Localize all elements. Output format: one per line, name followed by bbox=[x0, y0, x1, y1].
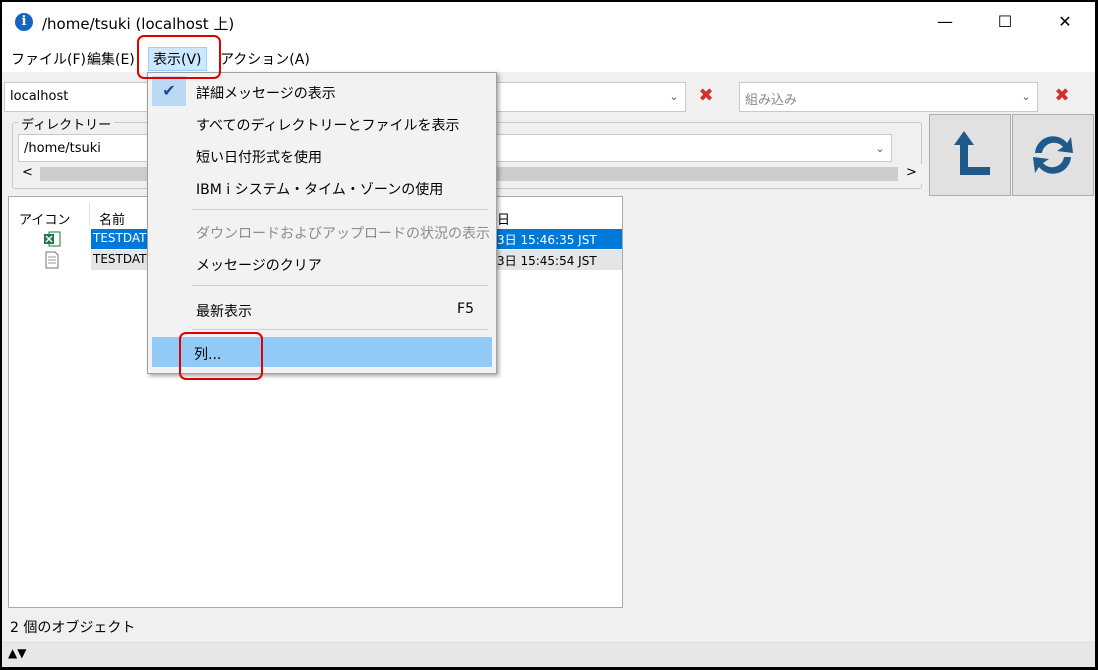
checkmark-icon: ✔ bbox=[152, 76, 186, 106]
menu-separator bbox=[192, 209, 488, 210]
text-file-icon bbox=[45, 251, 59, 269]
view-menu-dropdown: ✔ 詳細メッセージの表示 すべてのディレクトリーとファイルを表示 短い日付形式を… bbox=[147, 72, 497, 374]
detail-pane bbox=[623, 196, 1095, 606]
menu-item-short-date[interactable]: 短い日付形式を使用 bbox=[152, 140, 492, 170]
refresh-button[interactable] bbox=[1012, 114, 1094, 196]
filter-value: 組み込み bbox=[745, 93, 798, 108]
excel-file-icon bbox=[44, 231, 61, 247]
file-date: 3日 15:45:54 JST bbox=[497, 254, 597, 268]
menu-item-show-all[interactable]: すべてのディレクトリーとファイルを表示 bbox=[152, 108, 492, 138]
menu-item-detail-messages[interactable]: ✔ 詳細メッセージの表示 bbox=[152, 76, 492, 106]
menu-item-label: ダウンロードおよびアップロードの状況の表示 bbox=[196, 226, 490, 242]
up-arrow-icon bbox=[954, 131, 990, 175]
scroll-right-icon[interactable]: > bbox=[906, 165, 917, 180]
menu-item-label: IBM i システム・タイム・ゾーンの使用 bbox=[196, 182, 444, 198]
system-value: localhost bbox=[10, 89, 69, 104]
status-text: 2 個のオブジェクト bbox=[10, 620, 136, 636]
file-name: TESTDAT bbox=[93, 231, 147, 245]
app-window: i /home/tsuki (localhost 上) — ☐ ✕ ファイル(F… bbox=[2, 2, 1095, 667]
file-date: 3日 15:46:35 JST bbox=[497, 233, 597, 247]
clear-filter-icon[interactable]: ✖ bbox=[1048, 82, 1076, 110]
menu-edit[interactable]: 編集(E) bbox=[87, 49, 135, 69]
menu-item-label: すべてのディレクトリーとファイルを表示 bbox=[196, 118, 460, 134]
file-name: TESTDAT bbox=[93, 252, 147, 266]
filter-combo[interactable]: 組み込み ⌄ bbox=[739, 82, 1038, 112]
directory-path-value: /home/tsuki bbox=[24, 141, 101, 156]
menu-item-shortcut: F5 bbox=[457, 301, 474, 317]
minimize-button[interactable]: — bbox=[915, 2, 975, 42]
column-name-header[interactable]: 名前 bbox=[99, 209, 125, 228]
menu-separator bbox=[192, 285, 488, 286]
menu-item-refresh[interactable]: 最新表示 F5 bbox=[152, 294, 492, 324]
menu-item-label: 詳細メッセージの表示 bbox=[196, 86, 336, 102]
menu-item-label: メッセージのクリア bbox=[196, 258, 322, 274]
menu-item-transfer-status: ダウンロードおよびアップロードの状況の表示 bbox=[152, 216, 492, 246]
column-divider bbox=[89, 203, 90, 225]
refresh-icon bbox=[1033, 136, 1073, 174]
chevron-down-icon[interactable]: ⌄ bbox=[663, 83, 685, 111]
annotation-columns-item bbox=[179, 332, 263, 380]
column-date-header[interactable]: 日 bbox=[497, 209, 510, 228]
window-title: /home/tsuki (localhost 上) bbox=[42, 15, 235, 33]
chevron-down-icon[interactable]: ⌄ bbox=[1015, 83, 1037, 111]
annotation-view-menu bbox=[137, 35, 221, 79]
chevron-down-icon[interactable]: ⌄ bbox=[869, 135, 891, 163]
close-button[interactable]: ✕ bbox=[1035, 2, 1095, 42]
menu-item-time-zone[interactable]: IBM i システム・タイム・ゾーンの使用 bbox=[152, 172, 492, 202]
bottom-bar: ▲▼ bbox=[2, 642, 1095, 667]
directory-label: ディレクトリー bbox=[18, 114, 115, 133]
menu-action[interactable]: アクション(A) bbox=[220, 49, 310, 69]
menu-item-label: 短い日付形式を使用 bbox=[196, 150, 322, 166]
scroll-left-icon[interactable]: < bbox=[22, 165, 33, 180]
menu-file[interactable]: ファイル(F) bbox=[11, 49, 86, 69]
parent-directory-button[interactable] bbox=[929, 114, 1011, 196]
app-info-icon: i bbox=[15, 13, 33, 31]
clear-system-icon[interactable]: ✖ bbox=[692, 82, 720, 110]
column-icon-header[interactable]: アイコン bbox=[19, 209, 70, 228]
menu-item-clear-messages[interactable]: メッセージのクリア bbox=[152, 248, 492, 278]
toggle-arrows-icon[interactable]: ▲▼ bbox=[8, 646, 26, 660]
maximize-button[interactable]: ☐ bbox=[975, 2, 1035, 42]
menu-item-label: 最新表示 bbox=[196, 304, 252, 320]
menu-separator bbox=[192, 329, 488, 330]
